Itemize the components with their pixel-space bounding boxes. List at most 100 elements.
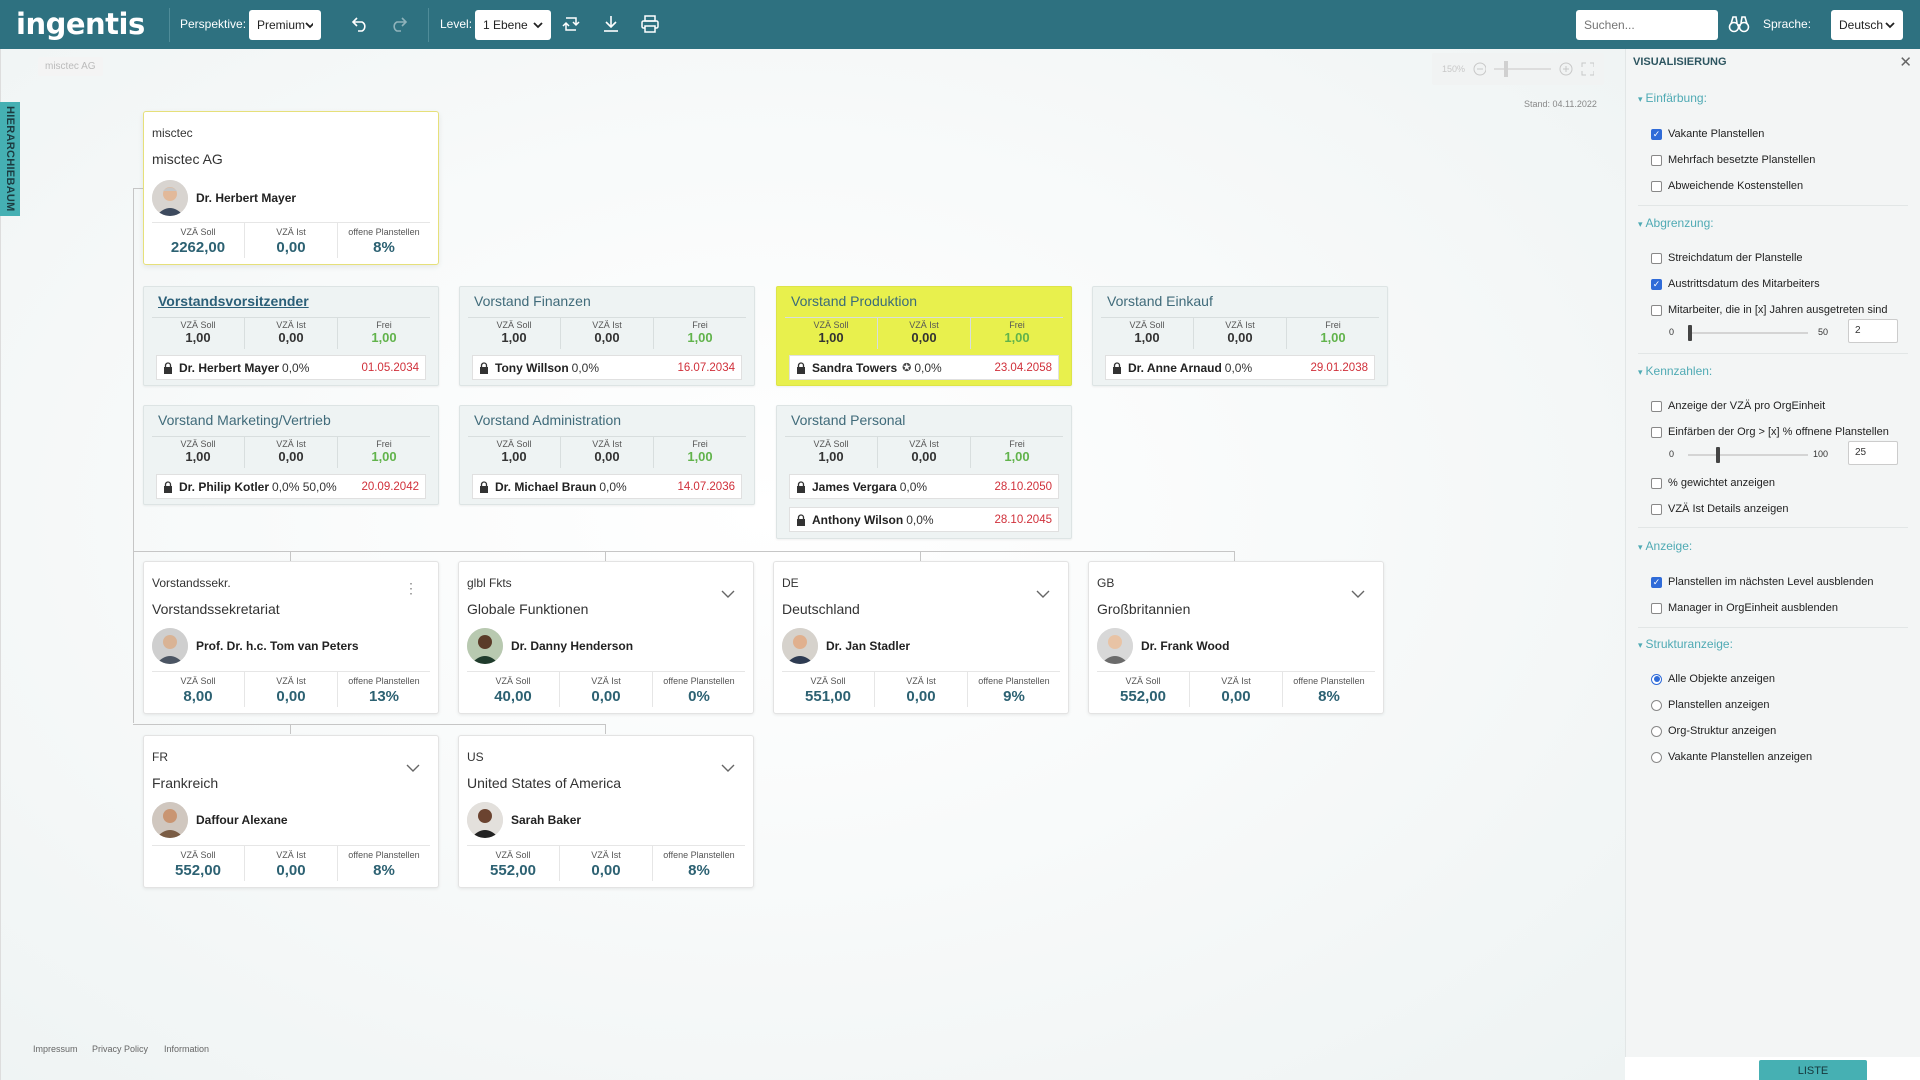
- person-row[interactable]: Dr. Michael Braun 0,0% 14.07.2036: [472, 474, 742, 499]
- checkbox-icon[interactable]: [1651, 252, 1662, 264]
- person-row[interactable]: Sandra Towers ✪ 0,0% 23.04.2058: [789, 355, 1059, 380]
- option-vza-details[interactable]: VZÄ Ist Details anzeigen: [1651, 503, 1788, 515]
- checkbox-icon[interactable]: [1651, 400, 1662, 412]
- footer-link-impressum[interactable]: Impressum: [33, 1044, 78, 1054]
- checkbox-icon[interactable]: [1651, 154, 1662, 166]
- option-planstellen-naechster-level[interactable]: ✓ Planstellen im nächsten Level ausblende…: [1651, 576, 1873, 588]
- option-austrittsdatum[interactable]: ✓ Austrittsdatum des Mitarbeiters: [1651, 278, 1820, 290]
- option-alle-objekte[interactable]: Alle Objekte anzeigen: [1651, 673, 1775, 685]
- manager[interactable]: Dr. Frank Wood: [1097, 628, 1229, 664]
- section-kennzahlen[interactable]: ▾ Kennzahlen:: [1638, 364, 1712, 378]
- checkbox-icon[interactable]: [1651, 304, 1662, 316]
- zoom-in-icon[interactable]: [1559, 62, 1573, 76]
- person-row[interactable]: Dr. Philip Kotler 0,0% 50,0% 20.09.2042: [156, 474, 426, 499]
- planstelle-box[interactable]: Vorstand Administration VZÄ Soll 1,00 VZÄ…: [459, 405, 755, 505]
- option-streichdatum[interactable]: Streichdatum der Planstelle: [1651, 252, 1803, 264]
- prozent-input[interactable]: 25: [1848, 441, 1898, 465]
- fit-screen-icon[interactable]: [1581, 62, 1595, 76]
- perspektive-select[interactable]: Premium: [249, 10, 321, 40]
- binoculars-icon[interactable]: [1726, 11, 1752, 37]
- planstelle-box[interactable]: Vorstand Einkauf VZÄ Soll 1,00 VZÄ Ist 0,0…: [1092, 286, 1388, 386]
- checkbox-icon[interactable]: [1651, 426, 1662, 438]
- radio-icon[interactable]: [1651, 699, 1662, 711]
- chevron-down-icon[interactable]: [721, 590, 735, 599]
- chevron-down-icon[interactable]: [406, 764, 420, 773]
- zoom-slider[interactable]: [1494, 61, 1552, 77]
- manager[interactable]: Dr. Herbert Mayer: [152, 180, 296, 216]
- option-abweichende[interactable]: Abweichende Kostenstellen: [1651, 180, 1803, 192]
- radio-selected-icon[interactable]: [1651, 673, 1662, 685]
- sprache-select[interactable]: Deutsch: [1831, 10, 1903, 40]
- planstelle-box[interactable]: Vorstandsvorsitzender VZÄ Soll 1,00 VZÄ I…: [143, 286, 439, 386]
- jahre-slider[interactable]: [1688, 325, 1808, 341]
- org-card[interactable]: GB Großbritannien Dr. Frank Wood VZÄ Sol…: [1088, 561, 1384, 714]
- org-card[interactable]: DE Deutschland Dr. Jan Stadler VZÄ Soll 5…: [773, 561, 1069, 714]
- planstelle-box[interactable]: Vorstand Finanzen VZÄ Soll 1,00 VZÄ Ist 0,…: [459, 286, 755, 386]
- org-card[interactable]: glbl Fkts Globale Funktionen Dr. Danny H…: [458, 561, 754, 714]
- org-card[interactable]: FR Frankreich Daffour Alexane VZÄ Soll 55…: [143, 735, 439, 888]
- option-mitarbeiter-jahre[interactable]: Mitarbeiter, die in [x] Jahren ausgetret…: [1651, 304, 1888, 316]
- planstelle-box[interactable]: Vorstand Produktion VZÄ Soll 1,00 VZÄ Ist…: [776, 286, 1072, 386]
- option-org-struktur[interactable]: Org-Struktur anzeigen: [1651, 725, 1776, 737]
- option-vakante-anzeigen[interactable]: Vakante Planstellen anzeigen: [1651, 751, 1812, 763]
- manager[interactable]: Sarah Baker: [467, 802, 581, 838]
- checkbox-icon[interactable]: [1651, 503, 1662, 515]
- hierarchiebaum-tab[interactable]: HIERARCHIEBAUM: [0, 102, 20, 216]
- option-gewichtet[interactable]: % gewichtet anzeigen: [1651, 477, 1775, 489]
- manager[interactable]: Daffour Alexane: [152, 802, 288, 838]
- person-row[interactable]: Dr. Anne Arnaud 0,0% 29.01.2038: [1105, 355, 1375, 380]
- option-vakante-planstellen[interactable]: ✓ Vakante Planstellen: [1651, 128, 1764, 140]
- option-planstellen-anzeigen[interactable]: Planstellen anzeigen: [1651, 699, 1770, 711]
- manager[interactable]: Dr. Jan Stadler: [782, 628, 910, 664]
- person-row[interactable]: Dr. Herbert Mayer 0,0% 01.05.2034: [156, 355, 426, 380]
- slider-handle[interactable]: [1688, 325, 1692, 341]
- person-row[interactable]: James Vergara 0,0% 28.10.2050: [789, 474, 1059, 499]
- slider-handle[interactable]: [1716, 447, 1720, 463]
- refresh-icon[interactable]: [558, 11, 584, 37]
- checkbox-checked-icon[interactable]: ✓: [1651, 128, 1662, 140]
- person-row[interactable]: Tony Willson 0,0% 16.07.2034: [472, 355, 742, 380]
- chevron-down-icon[interactable]: [1036, 590, 1050, 599]
- option-manager-ausblenden[interactable]: Manager in OrgEinheit ausblenden: [1651, 602, 1838, 614]
- person-row[interactable]: Anthony Wilson 0,0% 28.10.2045: [789, 507, 1059, 532]
- radio-icon[interactable]: [1651, 751, 1662, 763]
- footer-link-information[interactable]: Information: [164, 1044, 209, 1054]
- option-anzeige-vza[interactable]: Anzeige der VZÄ pro OrgEinheit: [1651, 400, 1825, 412]
- checkbox-icon[interactable]: [1651, 477, 1662, 489]
- section-abgrenzung[interactable]: ▾ Abgrenzung:: [1638, 216, 1714, 230]
- section-einfaerbung[interactable]: ▾ Einfärbung:: [1638, 91, 1707, 105]
- undo-icon[interactable]: [347, 11, 373, 37]
- planstelle-box[interactable]: Vorstand Personal VZÄ Soll 1,00 VZÄ Ist 0,…: [776, 405, 1072, 539]
- liste-button[interactable]: LISTE: [1759, 1060, 1867, 1080]
- manager[interactable]: Dr. Danny Henderson: [467, 628, 633, 664]
- zoom-out-icon[interactable]: [1473, 62, 1487, 76]
- chevron-down-icon[interactable]: [1351, 590, 1365, 599]
- option-einfaerben-org[interactable]: Einfärben der Org > [x] % offnene Planst…: [1651, 426, 1889, 438]
- checkbox-checked-icon[interactable]: ✓: [1651, 278, 1662, 290]
- planstelle-title[interactable]: Vorstandsvorsitzender: [158, 293, 309, 309]
- level-select[interactable]: 1 Ebene: [475, 10, 551, 40]
- breadcrumb[interactable]: misctec AG: [38, 57, 103, 76]
- redo-icon[interactable]: [386, 11, 412, 37]
- section-anzeige[interactable]: ▾ Anzeige:: [1638, 539, 1692, 553]
- option-mehrfach[interactable]: Mehrfach besetzte Planstellen: [1651, 154, 1815, 166]
- radio-icon[interactable]: [1651, 725, 1662, 737]
- checkbox-checked-icon[interactable]: ✓: [1651, 576, 1662, 588]
- manager[interactable]: Prof. Dr. h.c. Tom van Peters: [152, 628, 359, 664]
- close-icon[interactable]: ✕: [1899, 53, 1912, 71]
- chevron-down-icon[interactable]: [721, 764, 735, 773]
- jahre-input[interactable]: 2: [1848, 319, 1898, 343]
- print-icon[interactable]: [637, 11, 663, 37]
- org-card[interactable]: Vorstandssekr. Vorstandssekretariat ⋮ Pr…: [143, 561, 439, 714]
- download-icon[interactable]: [598, 11, 624, 37]
- org-card[interactable]: US United States of America Sarah Baker …: [458, 735, 754, 888]
- footer-link-privacy[interactable]: Privacy Policy: [92, 1044, 148, 1054]
- section-strukturanzeige[interactable]: ▾ Strukturanzeige:: [1638, 637, 1733, 651]
- checkbox-icon[interactable]: [1651, 602, 1662, 614]
- planstelle-box[interactable]: Vorstand Marketing/Vertrieb VZÄ Soll 1,00…: [143, 405, 439, 505]
- prozent-slider[interactable]: [1688, 447, 1808, 463]
- search-input[interactable]: [1576, 10, 1718, 40]
- checkbox-icon[interactable]: [1651, 180, 1662, 192]
- org-card-root[interactable]: misctec misctec AG Dr. Herbert Mayer VZÄ…: [143, 111, 439, 265]
- more-options-icon[interactable]: ⋮: [404, 581, 418, 595]
